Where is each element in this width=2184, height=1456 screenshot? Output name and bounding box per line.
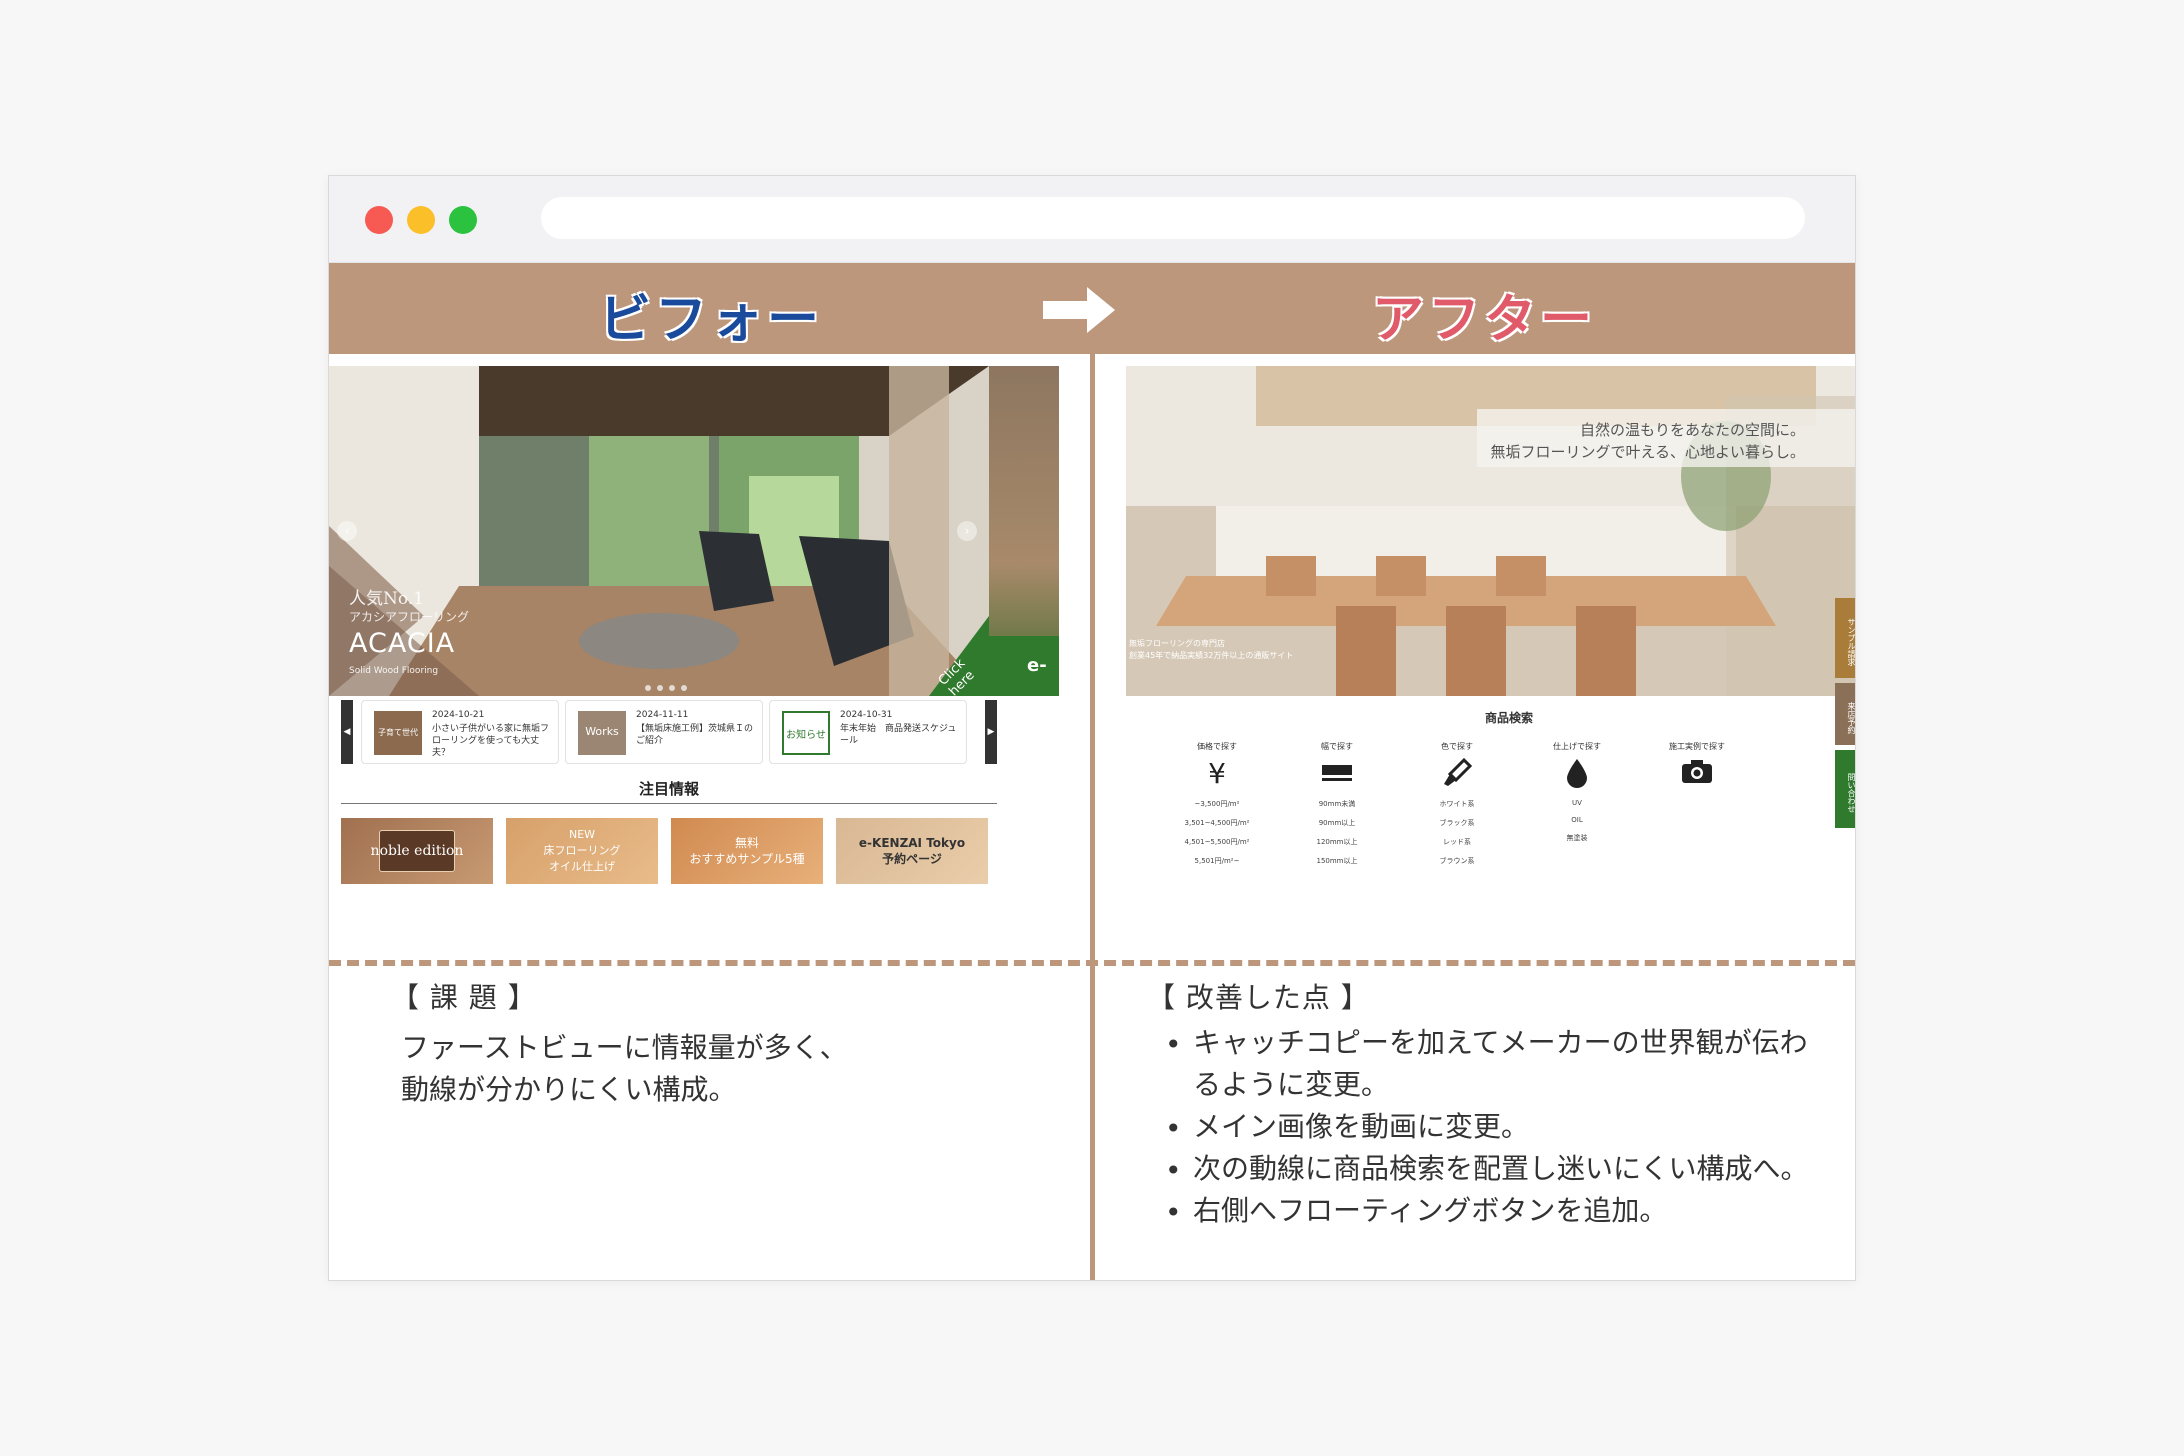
bullet-marker: • [1165,1028,1182,1061]
hero-prev-arrow[interactable]: ‹ [337,521,357,541]
issue-line2: 動線が分かりにくい構成。 [401,1073,737,1106]
bullet-marker: • [1165,1196,1182,1229]
before-hero-product: ACACIA [349,628,456,659]
news-next-button[interactable]: ▶ [985,700,997,764]
floating-visit-button[interactable]: 来店予約 [1835,683,1855,745]
search-option[interactable]: UV [1522,799,1632,807]
improvement-item: キャッチコピーを加えてメーカーの世界観が伝わ [1193,1026,1808,1059]
maximize-window-button[interactable] [449,206,477,234]
feature-thumb-sample[interactable]: 無料 おすすめサンプル5種 [671,818,823,884]
before-next-logo: e- [989,636,1059,696]
news-date: 2024-11-11 [636,710,689,720]
improvement-item-continuation: るように変更。 [1193,1068,1390,1101]
search-column-heading: 仕上げで探す [1553,742,1601,751]
before-label: ビフォー [599,290,824,350]
feature-thumb-oil[interactable]: NEW 床フローリング オイル仕上げ [506,818,658,884]
after-hero-caption1: 無垢フローリングの専門店 [1129,639,1225,648]
attention-divider [341,803,997,804]
before-hero-tag1: 人気No.1 [349,589,425,609]
news-date: 2024-10-31 [840,710,893,720]
comparison-banner: ビフォー アフター [329,263,1855,354]
news-title: 小さい子供がいる家に無垢フローリングを使っても大丈夫？ [432,724,550,758]
news-prev-button[interactable]: ◀ [341,700,353,764]
attention-title: 注目情報 [638,780,699,798]
news-date: 2024-10-21 [432,710,485,720]
floating-contact-button[interactable]: 問い合わせ [1835,750,1855,828]
feature-thumb-tokyo[interactable]: e-KENZAI Tokyo 予約ページ [836,818,988,884]
news-card[interactable]: 子育て世代 2024-10-21 小さい子供がいる家に無垢フローリングを使っても… [361,700,559,764]
search-option[interactable]: 4,501~5,500円/m² [1162,837,1272,847]
search-option[interactable]: OIL [1522,816,1632,824]
close-window-button[interactable] [365,206,393,234]
search-by-finish[interactable]: 仕上げで探す UV OIL 無塗装 [1522,741,1632,843]
news-title: 【無垢床施工例】茨城県Ｉのご紹介 [636,724,754,746]
bullet-marker: • [1165,1154,1182,1187]
search-column-heading: 価格で探す [1197,742,1237,751]
search-option[interactable]: ~3,500円/m² [1162,799,1272,809]
news-thumbnail: 子育て世代 [374,711,422,755]
after-catchcopy-box: 自然の温もりをあなたの空間に。 無垢フローリングで叶える、心地よい暮らし。 [1477,409,1855,467]
product-search-title: 商品検索 [1484,711,1533,725]
news-thumbnail: Works [578,711,626,755]
search-option[interactable]: ホワイト系 [1402,799,1512,809]
before-hero-subtitle: Solid Wood Flooring [349,666,439,676]
search-by-color[interactable]: 色で探す ホワイト系 ブラック系 レッド系 ブラウン系 [1402,741,1512,866]
search-by-width[interactable]: 幅で探す 90mm未満 90mm以上 120mm以上 150mm以上 [1282,741,1392,866]
search-option[interactable]: 90mm未満 [1282,799,1392,809]
search-option[interactable]: ブラック系 [1402,818,1512,828]
before-next-slide: e- [989,366,1059,696]
search-by-price[interactable]: 価格で探す ¥ ~3,500円/m² 3,501~4,500円/m² 4,501… [1162,741,1272,866]
browser-window: ビフォー アフター e- 人気No.1 アカシアフローリング ACACIA So… [328,175,1856,1281]
improvement-item: 右側へフローティングボタンを追加。 [1193,1194,1668,1227]
news-card[interactable]: お知らせ 2024-10-31 年末年始 商品発送スケジュール [769,700,967,764]
search-by-examples[interactable]: 施工実例で探す [1642,741,1752,790]
yen-icon: ¥ [1208,757,1226,790]
search-option[interactable]: ブラウン系 [1402,856,1512,866]
news-thumbnail: お知らせ [782,711,830,755]
arrow-right-icon [1043,287,1115,333]
address-bar[interactable] [541,197,1805,239]
search-option[interactable]: レッド系 [1402,837,1512,847]
feature-thumb-noble[interactable]: noble edition [341,818,493,884]
after-hero-caption2: 創業45年で納品実績32万件以上の通販サイト [1129,651,1294,660]
floating-sample-button[interactable]: サンプル請求 [1835,598,1855,678]
search-option[interactable]: 3,501~4,500円/m² [1162,818,1272,828]
panel-divider [1090,354,1095,1280]
catchcopy-line1: 自然の温もりをあなたの空間に。 [1579,421,1805,439]
minimize-window-button[interactable] [407,206,435,234]
news-title: 年末年始 商品発送スケジュール [840,724,957,746]
width-icon [1282,758,1392,790]
search-option[interactable]: 無塗装 [1522,833,1632,843]
hero-next-arrow[interactable]: › [957,521,977,541]
issue-heading: 【 課 題 】 [391,981,537,1014]
search-option[interactable]: 120mm以上 [1282,837,1392,847]
issue-line1: ファーストビューに情報量が多く、 [401,1031,848,1064]
before-news-carousel: ◀ 子育て世代 2024-10-21 小さい子供がいる家に無垢フローリングを使っ… [341,700,997,764]
browser-chrome [329,176,1855,263]
after-label: アフター [1372,290,1597,350]
improvement-item: 次の動線に商品検索を配置し迷いにくい構成へ。 [1193,1152,1809,1185]
drop-icon [1522,758,1632,790]
catchcopy-line2: 無垢フローリングで叶える、心地よい暮らし。 [1490,443,1805,461]
search-column-heading: 幅で探す [1321,742,1353,751]
hero-pagination-dots[interactable] [642,676,690,695]
search-option[interactable]: 90mm以上 [1282,818,1392,828]
before-hero-overlay: 人気No.1 アカシアフローリング ACACIA Solid Wood Floo… [329,366,989,696]
search-option[interactable]: 5,501円/m²~ [1162,856,1272,866]
brush-icon [1402,757,1512,790]
before-hero-tag2: アカシアフローリング [349,610,470,624]
news-card[interactable]: Works 2024-11-11 【無垢床施工例】茨城県Ｉのご紹介 [565,700,763,764]
search-option[interactable]: 150mm以上 [1282,856,1392,866]
before-hero-slider[interactable]: e- 人気No.1 アカシアフローリング ACACIA Solid Wood F… [329,366,1059,696]
section-dashed-divider [329,960,1855,966]
search-column-heading: 色で探す [1441,742,1473,751]
camera-icon [1642,758,1752,790]
improvement-heading: 【 改善した点 】 [1147,981,1370,1014]
bullet-marker: • [1165,1112,1182,1145]
search-column-heading: 施工実例で探す [1669,742,1725,751]
improvement-item: メイン画像を動画に変更。 [1193,1110,1530,1143]
